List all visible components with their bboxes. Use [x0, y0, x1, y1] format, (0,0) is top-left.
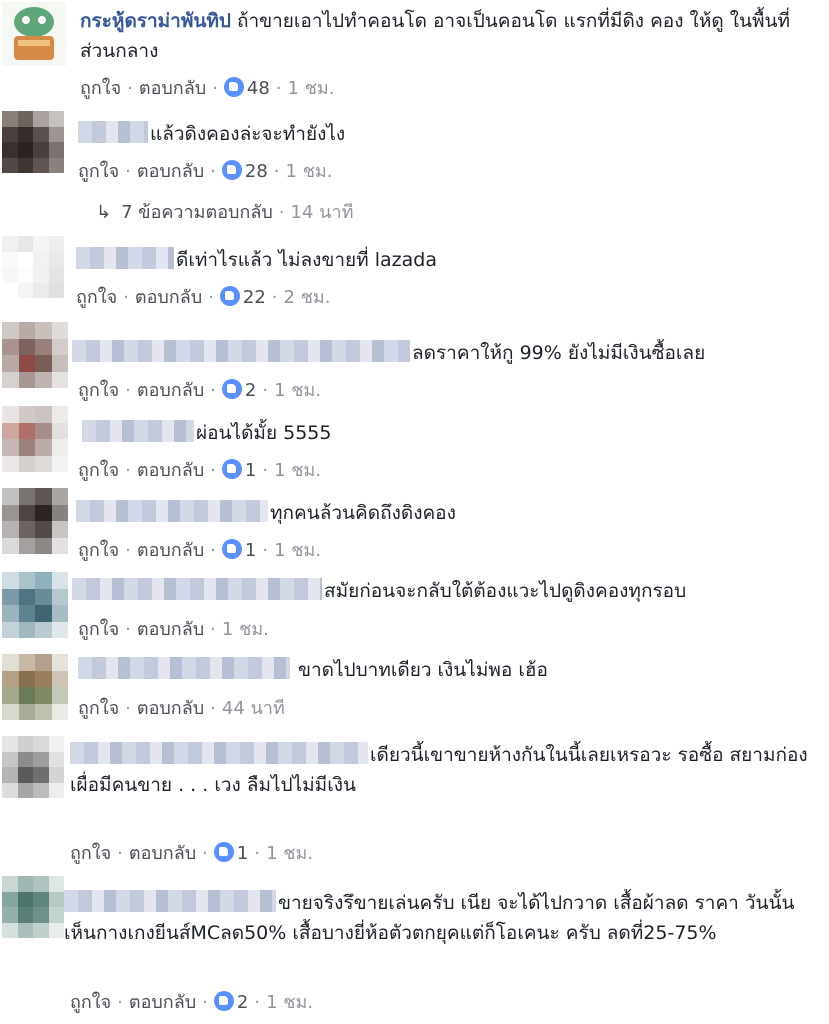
reaction-count[interactable]: 1: [245, 540, 256, 561]
like-reaction-icon[interactable]: [213, 842, 234, 862]
like-reaction-icon[interactable]: [221, 379, 242, 399]
reply-arrow-icon: ↳: [96, 202, 112, 223]
avatar[interactable]: [2, 876, 64, 938]
like-reaction-icon[interactable]: [223, 77, 244, 97]
like-button[interactable]: ถูกใจ: [76, 287, 117, 308]
reply-button[interactable]: ตอบกลับ: [137, 619, 204, 640]
view-replies-link[interactable]: ↳ 7 ข้อความตอบกลับ · 14 นาที: [96, 197, 353, 226]
timestamp[interactable]: 1 ชม.: [286, 161, 333, 182]
comment-text: ดีเท่าไรแล้ว ไม่ลงขายที่ lazada: [176, 249, 437, 271]
reaction-count[interactable]: 2: [245, 380, 256, 401]
replies-count[interactable]: 7 ข้อความตอบกลับ: [121, 202, 273, 223]
reaction-count[interactable]: 1: [237, 843, 248, 864]
like-button[interactable]: ถูกใจ: [78, 698, 119, 719]
replies-time: 14 นาที: [290, 202, 354, 223]
avatar[interactable]: [2, 111, 64, 173]
comment-text: ขาดไปบาทเดียว เงินไม่พอ เฮ้อ: [298, 659, 548, 681]
timestamp[interactable]: 1 ชม.: [266, 992, 313, 1013]
reaction-count[interactable]: 22: [243, 287, 266, 308]
author-name-blurred[interactable]: [70, 742, 368, 764]
author-name[interactable]: กระหู้ดราม่าพันทิป: [80, 10, 231, 32]
like-button[interactable]: ถูกใจ: [78, 460, 119, 481]
like-button[interactable]: ถูกใจ: [80, 78, 121, 99]
reply-button[interactable]: ตอบกลับ: [139, 78, 206, 99]
timestamp[interactable]: 1 ชม.: [222, 619, 269, 640]
timestamp[interactable]: 2 ชม.: [284, 287, 331, 308]
avatar[interactable]: [2, 654, 68, 720]
like-button[interactable]: ถูกใจ: [78, 380, 119, 401]
author-name-blurred[interactable]: [72, 340, 410, 362]
author-name-blurred[interactable]: [76, 500, 268, 522]
author-name-blurred[interactable]: [82, 420, 194, 442]
reaction-count[interactable]: 2: [237, 992, 248, 1013]
like-button[interactable]: ถูกใจ: [70, 992, 111, 1013]
reaction-count[interactable]: 48: [247, 78, 270, 99]
reply-button[interactable]: ตอบกลับ: [137, 380, 204, 401]
like-reaction-icon[interactable]: [213, 991, 234, 1011]
timestamp[interactable]: 1 ชม.: [288, 78, 335, 99]
author-name-blurred[interactable]: [78, 121, 148, 143]
reaction-count[interactable]: 28: [245, 161, 268, 182]
like-button[interactable]: ถูกใจ: [78, 161, 119, 182]
avatar[interactable]: [2, 236, 64, 298]
comment-text: แล้วดิงคองล่ะจะทำยังไง: [150, 123, 346, 145]
like-reaction-icon[interactable]: [221, 539, 242, 559]
avatar[interactable]: [2, 406, 68, 472]
comment-text: ลดราคาให้กู 99% ยังไม่มีเงินซื้อเลย: [412, 342, 706, 364]
like-reaction-icon[interactable]: [221, 160, 242, 180]
reply-button[interactable]: ตอบกลับ: [137, 698, 204, 719]
comment-text: ทุกคนล้วนคิดถึงดิงคอง: [270, 502, 456, 524]
reply-button[interactable]: ตอบกลับ: [137, 161, 204, 182]
like-button[interactable]: ถูกใจ: [70, 843, 111, 864]
like-reaction-icon[interactable]: [219, 286, 240, 306]
timestamp[interactable]: 1 ชม.: [266, 843, 313, 864]
avatar[interactable]: [2, 736, 64, 798]
author-name-blurred[interactable]: [64, 890, 276, 912]
avatar[interactable]: [2, 2, 66, 66]
like-button[interactable]: ถูกใจ: [78, 540, 119, 561]
like-button[interactable]: ถูกใจ: [78, 619, 119, 640]
comment-text: ผ่อนได้มั้ย 5555: [196, 422, 332, 444]
author-name-blurred[interactable]: [72, 578, 322, 600]
reply-button[interactable]: ตอบกลับ: [137, 460, 204, 481]
reply-button[interactable]: ตอบกลับ: [135, 287, 202, 308]
reply-button[interactable]: ตอบกลับ: [137, 540, 204, 561]
timestamp[interactable]: 1 ชม.: [274, 540, 321, 561]
reply-button[interactable]: ตอบกลับ: [129, 992, 196, 1013]
reply-button[interactable]: ตอบกลับ: [129, 843, 196, 864]
timestamp[interactable]: 1 ชม.: [274, 380, 321, 401]
comment-text: สมัยก่อนจะกลับใต้ต้องแวะไปดูดิงคองทุกรอบ: [324, 580, 687, 602]
reaction-count[interactable]: 1: [245, 460, 256, 481]
timestamp[interactable]: 1 ชม.: [274, 460, 321, 481]
avatar[interactable]: [2, 572, 68, 638]
avatar[interactable]: [2, 488, 68, 554]
timestamp[interactable]: 44 นาที: [222, 698, 285, 719]
like-reaction-icon[interactable]: [221, 459, 242, 479]
author-name-blurred[interactable]: [76, 247, 174, 269]
cartoon-avatar-icon: [2, 2, 66, 66]
author-name-blurred[interactable]: [78, 657, 290, 679]
avatar[interactable]: [2, 322, 68, 388]
